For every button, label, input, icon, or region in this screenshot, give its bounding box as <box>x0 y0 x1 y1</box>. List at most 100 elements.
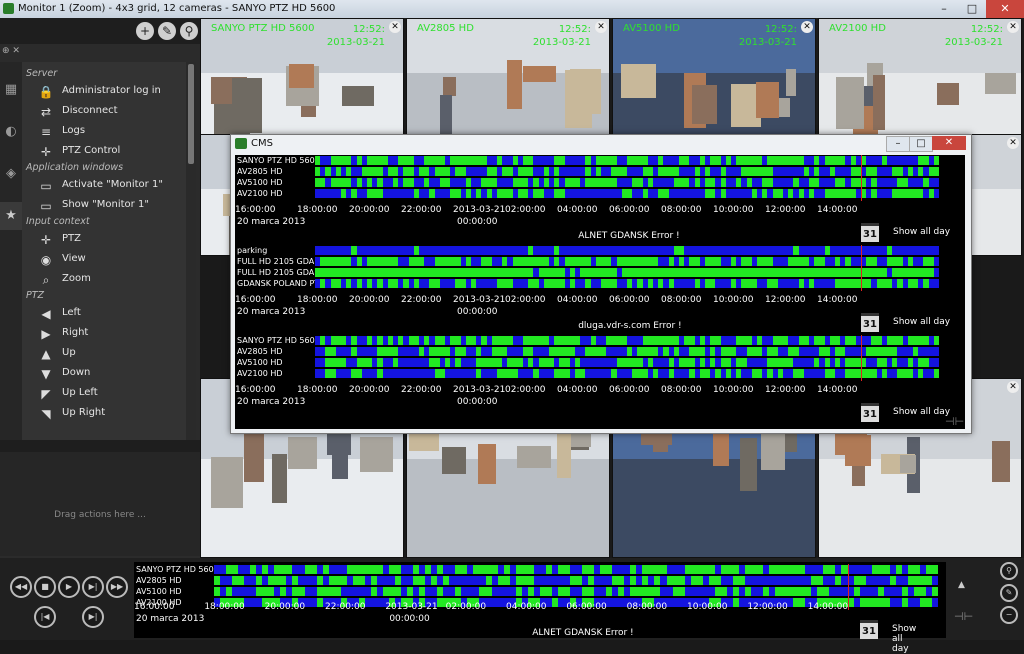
menu-item[interactable]: ◤ Up Left <box>22 384 186 404</box>
timeline-row[interactable]: AV5100 HD <box>134 586 939 597</box>
cms-minimize-button[interactable]: – <box>886 136 910 152</box>
camera-close-icon[interactable]: ✕ <box>595 21 607 33</box>
camera-close-icon[interactable]: ✕ <box>1007 137 1019 149</box>
add-icon[interactable]: + <box>136 22 154 40</box>
timeline-row[interactable]: SANYO PTZ HD 5600 <box>235 155 959 166</box>
show-all-day-button[interactable]: Show all day <box>893 317 950 327</box>
timeline-bar[interactable] <box>315 189 940 198</box>
menu-item[interactable]: ✛ PTZ <box>22 230 186 250</box>
menu-item[interactable]: ▲ Up <box>22 344 186 364</box>
menu-item[interactable]: ⇄ Disconnect <box>22 102 186 122</box>
playhead[interactable] <box>861 155 862 201</box>
menu-item[interactable]: ◥ Up Right <box>22 404 186 424</box>
maximize-button[interactable]: □ <box>958 0 986 18</box>
timeline-block[interactable]: SANYO PTZ HD 5600 AV2805 HD AV5100 HD AV210… <box>134 564 939 654</box>
camera-view[interactable]: ✕ AV2805 HD 12:52: 2013-03-21 <box>406 18 610 140</box>
bottom-pin-icon[interactable]: ⚲ <box>1000 562 1018 580</box>
timeline-bar[interactable] <box>214 565 939 574</box>
timeline-bar[interactable] <box>315 369 940 378</box>
menu-item[interactable]: ▭ Show "Monitor 1" <box>22 196 186 216</box>
camera-view[interactable]: ✕ SANYO PTZ HD 5600 12:52: 2013-03-21 <box>200 18 404 140</box>
calendar-icon[interactable]: 31 <box>860 620 878 639</box>
cms-maximize-button[interactable]: □ <box>909 136 933 152</box>
timeline-row[interactable]: AV2100 HD <box>235 188 959 199</box>
bottom-pen-icon[interactable]: ✎ <box>1000 584 1018 602</box>
timeline-row[interactable]: AV5100 HD <box>235 177 959 188</box>
star-tab-icon[interactable]: ★ <box>0 202 22 230</box>
grid-tab-icon[interactable]: ▦ <box>0 76 22 104</box>
camera-close-icon[interactable]: ✕ <box>1007 21 1019 33</box>
show-all-day-button[interactable]: Show all day <box>892 624 916 654</box>
cms-window[interactable]: CMS – □ ✕ SANYO PTZ HD 5600 AV2805 HD AV51… <box>230 134 972 434</box>
edit-icon[interactable]: ✎ <box>158 22 176 40</box>
timeline-block[interactable]: SANYO PTZ HD 5600 AV2805 HD AV5100 HD AV210… <box>235 155 959 245</box>
timeline-row[interactable]: SANYO PTZ HD 5600 <box>235 335 959 346</box>
timeline-bar[interactable] <box>214 576 939 585</box>
timeline-bar[interactable] <box>315 178 940 187</box>
fast-forward-button[interactable]: ▶▶ <box>106 576 128 598</box>
minimize-button[interactable]: – <box>930 0 958 18</box>
camera-close-icon[interactable]: ✕ <box>801 21 813 33</box>
previous-button[interactable]: |◀ <box>34 606 56 628</box>
panel-dock-icons[interactable]: ⊕ ✕ <box>2 46 20 56</box>
drag-panel[interactable] <box>0 452 200 556</box>
timeline-row[interactable]: FULL HD 2105 GDAN <box>235 256 959 267</box>
timeline-row[interactable]: FULL HD 2105 GDAN <box>235 267 959 278</box>
timeline-row[interactable]: AV2805 HD <box>235 166 959 177</box>
step-forward-button[interactable]: ▶| <box>82 576 104 598</box>
timeline-row[interactable]: AV5100 HD <box>235 357 959 368</box>
timeline-up-icon[interactable]: ▲ <box>958 580 965 590</box>
playhead[interactable] <box>861 335 862 381</box>
show-all-day-button[interactable]: Show all day <box>893 227 950 237</box>
timeline-bar[interactable] <box>315 167 940 176</box>
pin-icon[interactable]: ⚲ <box>180 22 198 40</box>
timeline-bar[interactable] <box>315 279 940 288</box>
timeline-row[interactable]: AV2100 HD <box>235 368 959 379</box>
menu-item[interactable]: ✛ PTZ Control <box>22 142 186 162</box>
timeline-row[interactable]: SANYO PTZ HD 5600 <box>134 564 939 575</box>
timeline-bar[interactable] <box>315 246 940 255</box>
menu-item[interactable]: ▭ Activate "Monitor 1" <box>22 176 186 196</box>
timeline-row[interactable]: parking <box>235 245 959 256</box>
scrollbar-thumb[interactable] <box>188 64 194 164</box>
timeline-bar[interactable] <box>315 156 940 165</box>
timeline-block[interactable]: parking FULL HD 2105 GDAN FULL HD 2105 GDA… <box>235 245 959 335</box>
menu-item[interactable]: ▼ Down <box>22 364 186 384</box>
menu-item[interactable]: 🔒 Administrator log in <box>22 82 186 102</box>
timeline-row[interactable]: AV2805 HD <box>235 346 959 357</box>
timeline-resize-icon[interactable]: ⊣⊢ <box>954 610 973 623</box>
rewind-button[interactable]: ◀◀ <box>10 576 32 598</box>
play-button[interactable]: ▶ <box>58 576 80 598</box>
timeline-bar[interactable] <box>315 336 940 345</box>
timeline-row[interactable]: AV2805 HD <box>134 575 939 586</box>
layers-tab-icon[interactable]: ◈ <box>0 160 22 188</box>
bottom-remove-icon[interactable]: − <box>1000 606 1018 624</box>
timeline-bar[interactable] <box>315 268 940 277</box>
calendar-icon[interactable]: 31 <box>861 403 879 422</box>
menu-item[interactable]: ◀ Left <box>22 304 186 324</box>
timeline-bar[interactable] <box>315 358 940 367</box>
camera-view[interactable]: ✕ AV5100 HD 12:52: 2013-03-21 <box>612 18 816 140</box>
playhead[interactable] <box>861 245 862 291</box>
menu-item[interactable]: ≡ Logs <box>22 122 186 142</box>
timeline-bar[interactable] <box>315 257 940 266</box>
timeline-bar[interactable] <box>214 587 939 596</box>
resize-grip-icon[interactable]: ⊣⊢ <box>945 415 964 428</box>
palette-tab-icon[interactable]: ◐ <box>0 118 22 146</box>
menu-item[interactable]: ⌕ Zoom <box>22 270 186 290</box>
timeline-row[interactable]: GDANSK POLAND PT <box>235 278 959 289</box>
stop-button[interactable]: ■ <box>34 576 56 598</box>
camera-close-icon[interactable]: ✕ <box>389 21 401 33</box>
calendar-icon[interactable]: 31 <box>861 313 879 332</box>
timeline-bar[interactable] <box>315 347 940 356</box>
calendar-icon[interactable]: 31 <box>861 223 879 242</box>
menu-item[interactable]: ▶ Right <box>22 324 186 344</box>
camera-close-icon[interactable]: ✕ <box>1007 381 1019 393</box>
close-button[interactable]: ✕ <box>986 0 1024 18</box>
bottom-timeline[interactable]: SANYO PTZ HD 5600 AV2805 HD AV5100 HD AV210… <box>134 562 946 654</box>
camera-view[interactable]: ✕ AV2100 HD 12:52: 2013-03-21 <box>818 18 1022 140</box>
timeline-block[interactable]: SANYO PTZ HD 5600 AV2805 HD AV5100 HD AV210… <box>235 335 959 425</box>
menu-item[interactable]: ◉ View <box>22 250 186 270</box>
next-button[interactable]: ▶| <box>82 606 104 628</box>
show-all-day-button[interactable]: Show all day <box>893 407 950 417</box>
